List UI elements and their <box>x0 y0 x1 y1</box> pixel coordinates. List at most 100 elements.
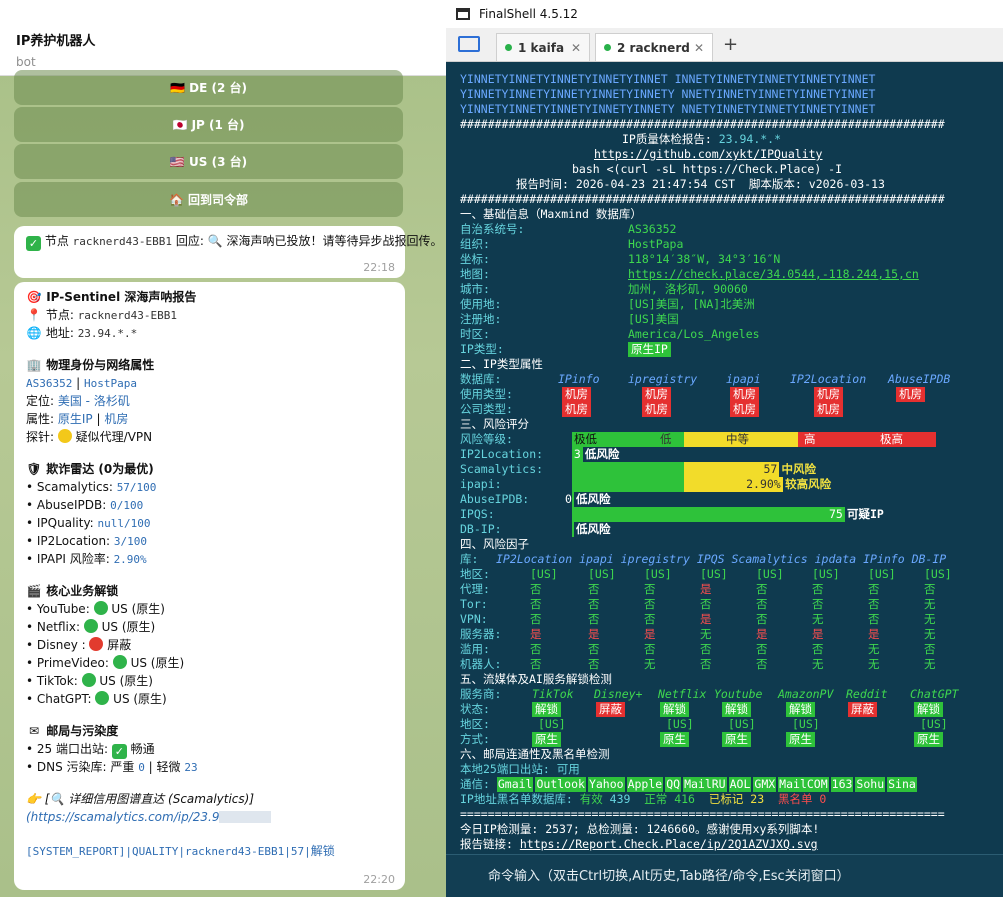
factor-key: VPN: <box>460 612 488 626</box>
status-badge: 解锁 <box>532 702 561 717</box>
chat-subtitle: bot <box>16 55 36 69</box>
factor-value: 无 <box>812 612 824 626</box>
factor-value: [US] <box>924 567 952 581</box>
factor-value: 否 <box>588 657 600 671</box>
factor-value: [US] <box>868 567 896 581</box>
region-value: [US] <box>538 717 566 731</box>
magnifier-icon: 🔍 <box>207 234 223 248</box>
unlock-link[interactable]: 解锁 <box>311 844 335 858</box>
section-title: 一、基础信息（Maxmind 数据库） <box>460 207 642 221</box>
score-value: 2.90% <box>746 477 781 491</box>
port25-line: 本地25端口出站: 可用 <box>460 762 580 776</box>
add-tab-icon[interactable]: + <box>723 34 738 55</box>
tab-kaifa[interactable]: 1 kaifa ✕ <box>496 33 590 61</box>
app-title: FinalShell 4.5.12 <box>479 7 578 21</box>
command-input[interactable]: 命令输入（双击Ctrl切换,Alt历史,Tab路径/命令,Esc关闭窗口） <box>446 854 1003 897</box>
status-circle-icon <box>83 619 98 633</box>
keyboard-button-home[interactable]: 🏠 回到司令部 <box>14 182 403 217</box>
location-link[interactable]: 美国 - 洛杉矶 <box>58 394 130 408</box>
report-title: IP质量体检报告: 23.94.*.* <box>622 132 782 146</box>
factor-value: 否 <box>812 597 824 611</box>
repo-link[interactable]: https://github.com/xykt/IPQuality <box>594 147 822 161</box>
asn-link[interactable]: AS36352 <box>26 377 72 390</box>
score-bar <box>572 462 684 477</box>
terminal-output[interactable]: YINNETYINNETYINNETYINNETYINNET INNETYINN… <box>446 62 1003 854</box>
map-link[interactable]: https://check.place/34.0544,-118.244,15,… <box>628 267 919 281</box>
unlock-item: • ChatGPT: US (原生) <box>26 691 167 706</box>
risk-scale-label: 极高 <box>880 432 903 446</box>
service-name: Youtube <box>714 687 763 701</box>
message-node-response[interactable]: ✓ 节点 racknerd43-EBB1 回应: 🔍 深海声呐已投放！请等待异步… <box>14 226 442 278</box>
section-title: 五、流媒体及AI服务解锁检测 <box>460 672 612 686</box>
score-key: DB-IP: <box>460 522 502 536</box>
unlock-item: • Netflix: US (原生) <box>26 619 156 634</box>
region-value: [US] <box>920 717 948 731</box>
field-key: 服务商: <box>460 687 502 701</box>
field-key: 库: <box>460 552 479 566</box>
connected-dot-icon <box>505 44 512 51</box>
factor-value: [US] <box>588 567 616 581</box>
score-bar <box>572 522 574 537</box>
org-link[interactable]: HostPapa <box>84 377 137 390</box>
score-label: 低风险 <box>576 492 611 506</box>
system-report-tag[interactable]: [SYSTEM_REPORT]|QUALITY|racknerd43-EBB1|… <box>26 845 311 858</box>
mode-badge: 原生 <box>660 732 689 747</box>
unlock-item: • YouTube: US (原生) <box>26 601 165 616</box>
factor-value: 是 <box>588 627 600 641</box>
field-key: 使用地: <box>460 297 502 311</box>
factor-value: 否 <box>530 612 542 626</box>
field-key: IP类型: <box>460 342 504 356</box>
section-title: 三、风险评分 <box>460 417 529 431</box>
type-badge: 机房 <box>730 387 759 402</box>
field-key: 方式: <box>460 732 490 746</box>
factor-value: 否 <box>588 582 600 596</box>
message-time: 22:18 <box>363 261 395 274</box>
chat-header[interactable]: IP养护机器人 bot <box>0 0 446 76</box>
keyboard-button-de[interactable]: 🇩🇪 DE (2 台) <box>14 70 403 105</box>
tab-racknerd[interactable]: 2 racknerd ✕ <box>595 33 713 61</box>
factor-value: 是 <box>530 627 542 641</box>
shield-icon: 🛡 <box>26 462 42 476</box>
factor-value: 是 <box>700 612 712 626</box>
factor-value: 否 <box>644 597 656 611</box>
footer-line: 报告链接: https://Report.Check.Place/ip/2Q1A… <box>460 837 818 851</box>
factor-value: 否 <box>756 642 768 656</box>
score-value: 75 <box>829 507 843 521</box>
score-label: 低风险 <box>576 522 611 536</box>
close-icon[interactable]: ✕ <box>694 41 704 55</box>
folder-icon[interactable] <box>458 36 480 52</box>
building-icon: 🏢 <box>26 358 42 372</box>
score-value: 57 <box>763 462 778 476</box>
field-value: https://check.place/34.0544,-118.244,15,… <box>628 267 919 282</box>
factor-value: 否 <box>588 597 600 611</box>
factor-value: 否 <box>868 597 880 611</box>
factor-value: 是 <box>868 627 880 641</box>
connected-dot-icon <box>604 44 611 51</box>
message-report[interactable]: 🎯 IP-Sentinel 深海声呐报告 📍 节点: racknerd43-EB… <box>14 282 405 890</box>
service-name: AmazonPV <box>778 687 834 701</box>
report-link[interactable]: https://Report.Check.Place/ip/2Q1AZVJXQ.… <box>520 837 818 851</box>
report-time: 报告时间: 2026-04-23 21:47:54 CST 脚本版本: v202… <box>516 177 885 191</box>
attr-datacenter-link[interactable]: 机房 <box>104 412 128 426</box>
chat-title: IP养护机器人 <box>16 34 96 49</box>
factor-value: 无 <box>924 597 936 611</box>
keyboard-button-us[interactable]: 🇺🇸 US (3 台) <box>14 144 403 179</box>
field-value: 加州, 洛杉矶, 90060 <box>628 282 748 296</box>
field-value: 原生IP <box>628 342 671 357</box>
status-circle-icon <box>93 601 108 615</box>
factor-value: 否 <box>812 642 824 656</box>
close-icon[interactable]: ✕ <box>571 41 581 55</box>
keyboard-button-jp[interactable]: 🇯🇵 JP (1 台) <box>14 107 403 142</box>
factor-value: 无 <box>924 612 936 626</box>
fraud-item: • AbuseIPDB: 0/100 <box>26 498 144 512</box>
factor-value: [US] <box>812 567 840 581</box>
scamalytics-link[interactable]: (https://scamalytics.com/ip/23.9 <box>26 810 219 824</box>
blacklist-line: IP地址黑名单数据库: 有效 439 正常 416 已标记 23 黑名单 0 <box>460 792 827 806</box>
factor-value: 否 <box>700 597 712 611</box>
attr-native-link[interactable]: 原生IP <box>58 412 93 426</box>
type-badge: 机房 <box>814 402 843 417</box>
app-logo-icon <box>456 8 470 20</box>
separator-line: ========================================… <box>460 807 945 821</box>
banner-line: YINNETYINNETYINNETYINNETYINNET INNETYINN… <box>460 72 876 86</box>
factor-value: 否 <box>530 582 542 596</box>
